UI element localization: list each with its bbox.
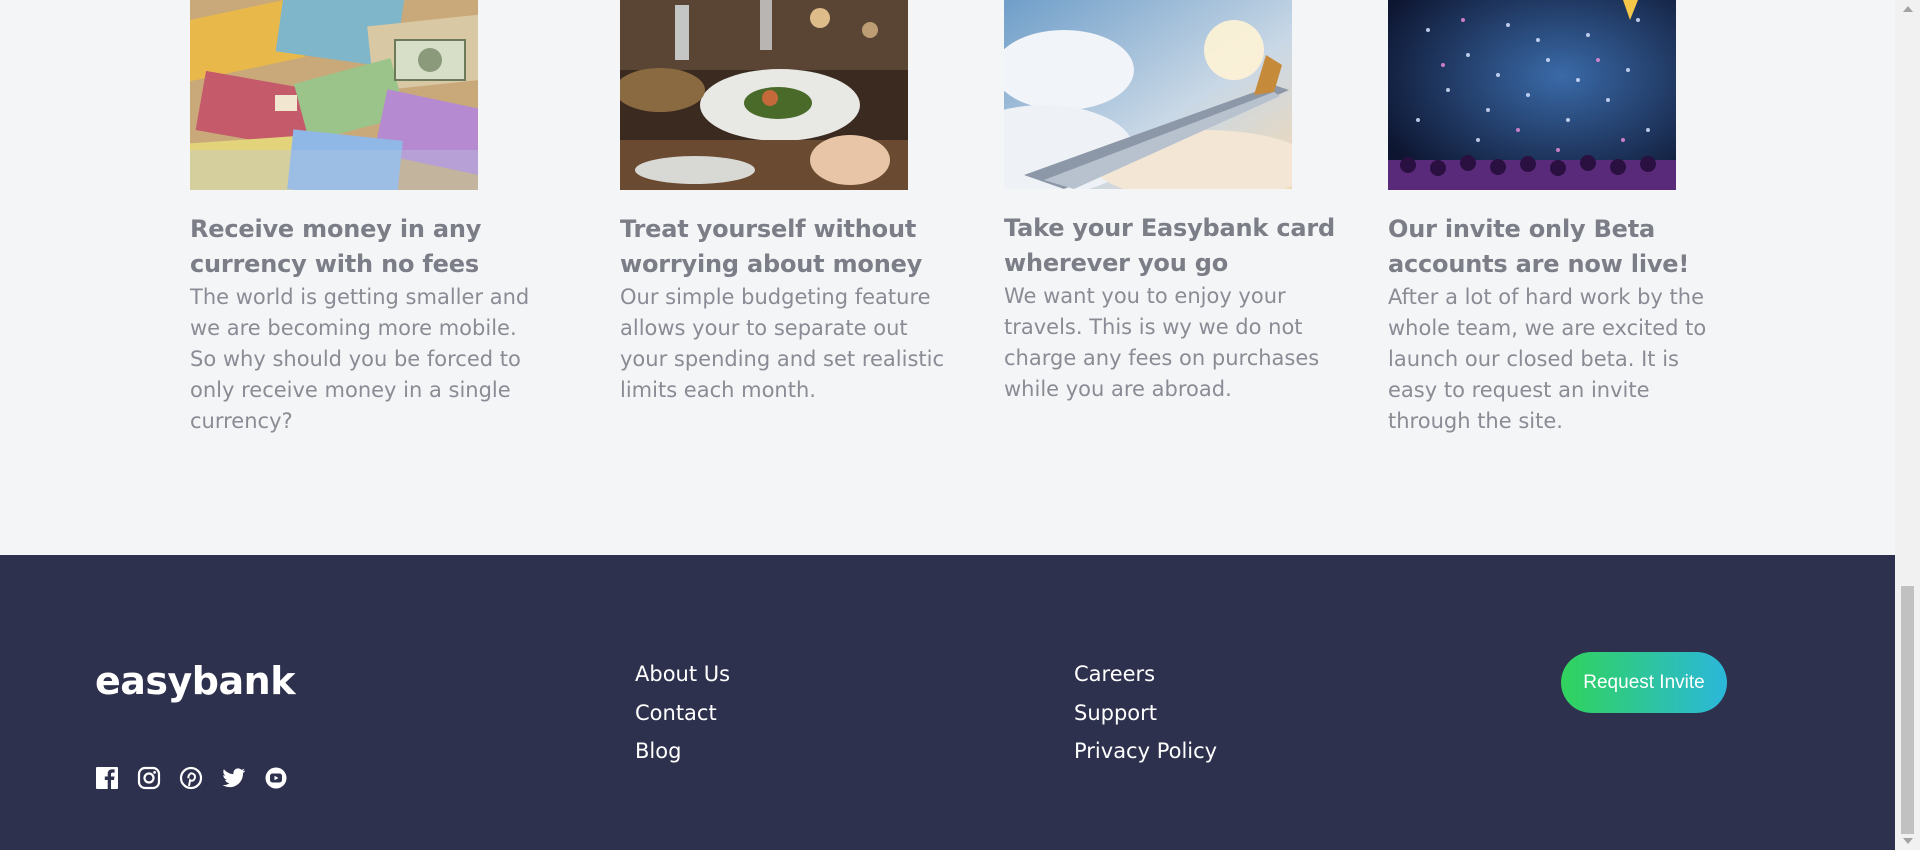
twitter-icon[interactable]	[222, 766, 246, 790]
article-card-travel[interactable]: Take your Easybank card wherever you go …	[1004, 0, 1344, 405]
airplane-wing-image	[1004, 0, 1292, 189]
scroll-down-arrow-icon[interactable]	[1903, 838, 1913, 844]
pinterest-icon[interactable]	[179, 766, 203, 790]
article-excerpt: Our simple budgeting feature allows your…	[620, 285, 945, 402]
article-excerpt: The world is getting smaller and we are …	[190, 285, 530, 433]
confetti-party-image	[1388, 0, 1676, 190]
scrollbar-thumb[interactable]	[1901, 586, 1914, 834]
article-card-currency[interactable]: Receive money in any currency with no fe…	[190, 0, 530, 437]
article-card-restaurant[interactable]: Treat yourself without worrying about mo…	[620, 0, 960, 406]
site-footer: easybank About Us Contact Blog Careers S…	[0, 555, 1895, 850]
instagram-icon[interactable]	[137, 766, 161, 790]
request-invite-button[interactable]: Request Invite	[1561, 652, 1727, 713]
page: Receive money in any currency with no fe…	[0, 0, 1895, 850]
vertical-scrollbar[interactable]	[1895, 0, 1920, 850]
restaurant-dinner-image	[620, 0, 908, 190]
article-title[interactable]: Take your Easybank card wherever you go	[1004, 211, 1344, 281]
articles-section: Receive money in any currency with no fe…	[0, 0, 1895, 555]
footer-link-contact[interactable]: Contact	[635, 694, 730, 733]
footer-logo[interactable]: easybank	[95, 659, 295, 703]
article-excerpt: After a lot of hard work by the whole te…	[1388, 285, 1707, 433]
article-excerpt: We want you to enjoy your travels. This …	[1004, 284, 1320, 401]
article-title[interactable]: Treat yourself without worrying about mo…	[620, 212, 960, 282]
footer-link-support[interactable]: Support	[1074, 694, 1217, 733]
facebook-icon[interactable]	[95, 766, 119, 790]
article-card-beta[interactable]: Our invite only Beta accounts are now li…	[1388, 0, 1728, 437]
footer-links-secondary: Careers Support Privacy Policy	[1074, 655, 1217, 771]
article-title[interactable]: Our invite only Beta accounts are now li…	[1388, 212, 1728, 282]
footer-link-privacy-policy[interactable]: Privacy Policy	[1074, 732, 1217, 771]
youtube-icon[interactable]	[264, 766, 288, 790]
footer-link-blog[interactable]: Blog	[635, 732, 730, 771]
scroll-up-arrow-icon[interactable]	[1903, 6, 1913, 12]
footer-link-careers[interactable]: Careers	[1074, 655, 1217, 694]
currency-banknotes-image	[190, 0, 478, 190]
article-title[interactable]: Receive money in any currency with no fe…	[190, 212, 530, 282]
footer-links-primary: About Us Contact Blog	[635, 655, 730, 771]
footer-link-about-us[interactable]: About Us	[635, 655, 730, 694]
